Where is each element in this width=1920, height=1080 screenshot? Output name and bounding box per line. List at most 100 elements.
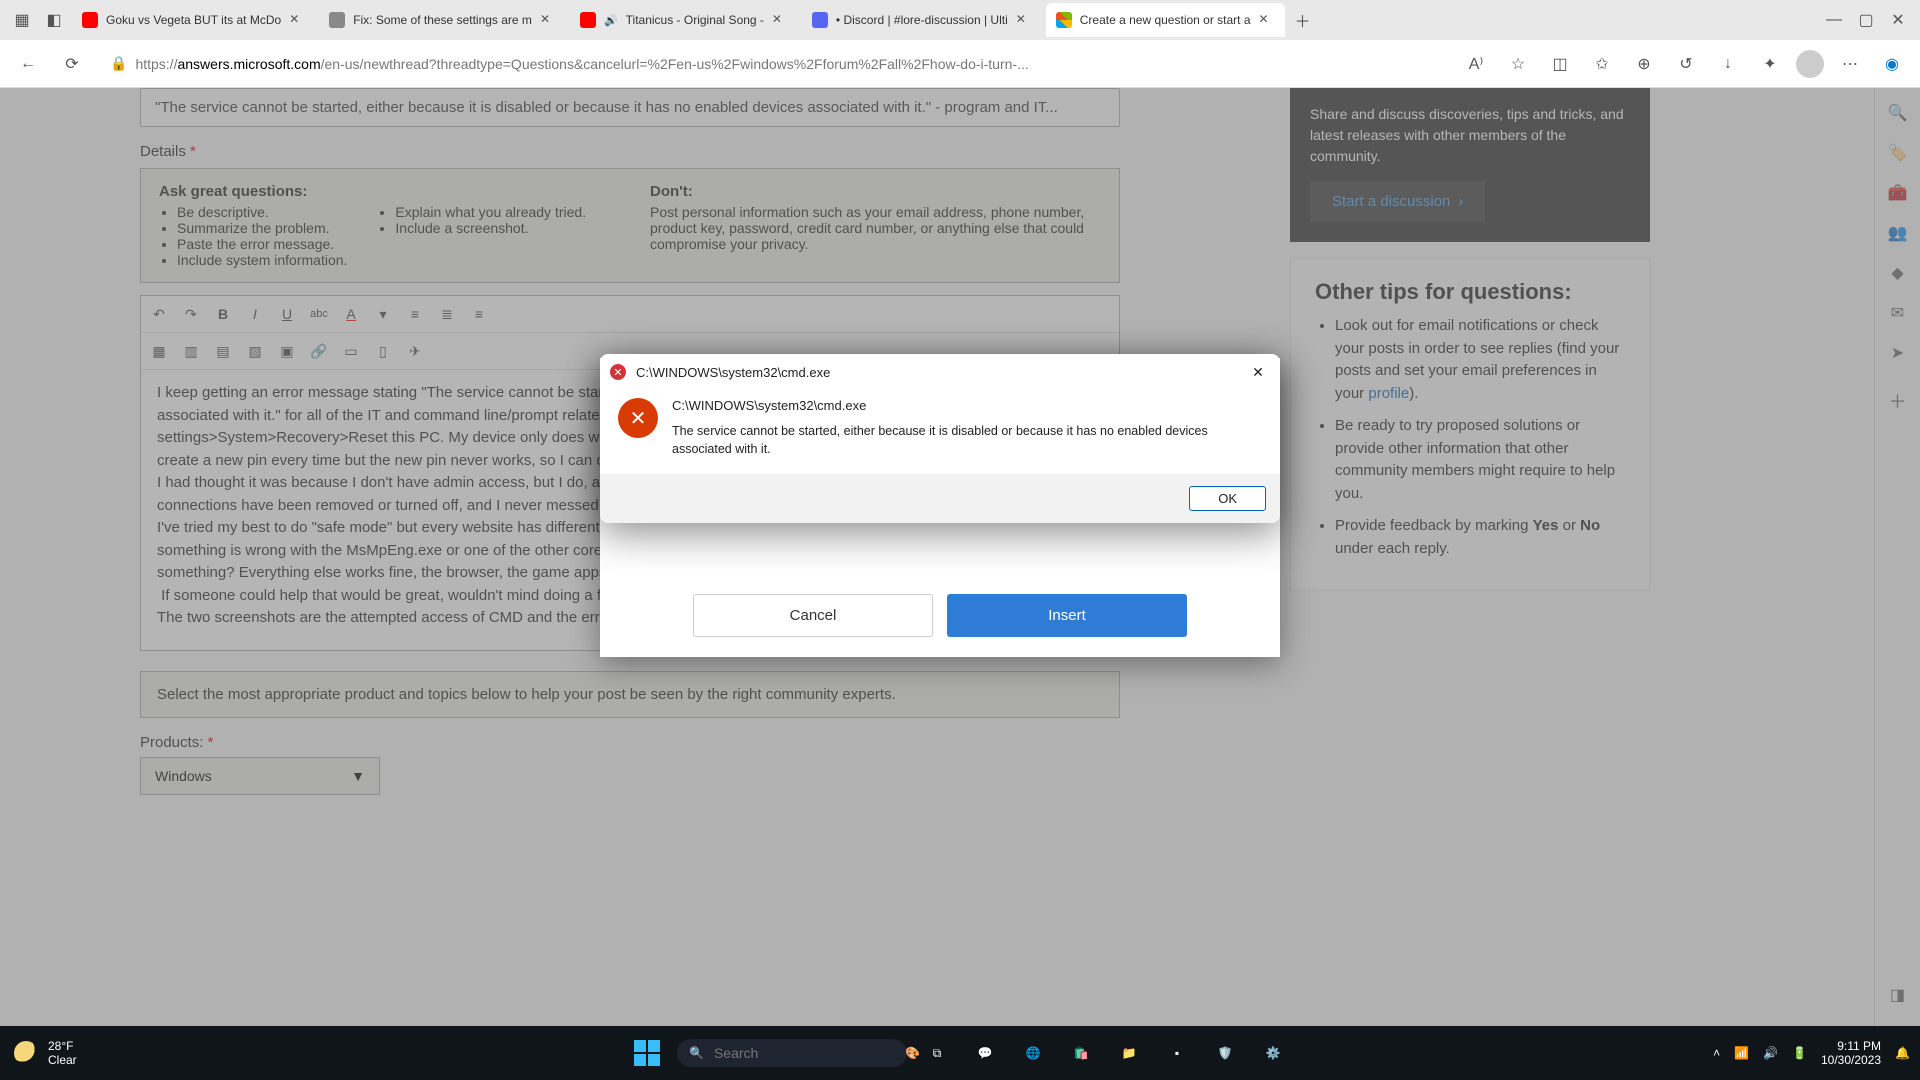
redo-icon[interactable]: ↷ <box>177 300 205 328</box>
tray-chevron-icon[interactable]: ˄ <box>1713 1046 1720 1060</box>
shopping-icon[interactable]: 🏷️ <box>1887 142 1909 164</box>
copilot-icon[interactable]: ◉ <box>1876 48 1908 80</box>
start-discussion-button[interactable]: Start a discussion› <box>1310 181 1485 222</box>
tips-heading: Ask great questions: <box>159 183 610 200</box>
app-icon[interactable]: ▪ <box>1159 1035 1195 1071</box>
site-icon <box>329 12 345 28</box>
send-icon[interactable]: ➤ <box>1887 342 1909 364</box>
tools-icon[interactable]: 🧰 <box>1887 182 1909 204</box>
tab-label: • Discord | #lore-discussion | Ulti <box>836 13 1008 27</box>
history-icon[interactable]: ↺ <box>1670 48 1702 80</box>
table-icon[interactable]: ▦ <box>145 337 173 365</box>
close-window-icon[interactable]: ✕ <box>1884 6 1912 34</box>
search-input[interactable] <box>714 1045 895 1061</box>
edge-sidebar: 🔍 🏷️ 🧰 👥 ◆ ✉ ➤ ＋ ◨ ⚙ <box>1874 88 1920 1046</box>
read-aloud-icon[interactable]: A⁾ <box>1460 48 1492 80</box>
hide-sidebar-icon[interactable]: ◨ <box>1887 984 1909 1006</box>
undo-icon[interactable]: ↶ <box>145 300 173 328</box>
weather-condition: Clear <box>48 1053 77 1067</box>
task-view-icon[interactable]: ⧉ <box>919 1035 955 1071</box>
table-col-icon[interactable]: ▤ <box>209 337 237 365</box>
tab-5[interactable]: Create a new question or start a✕ <box>1046 3 1285 37</box>
question-title-input[interactable] <box>140 88 1120 127</box>
tab-1[interactable]: Goku vs Vegeta BUT its at McDo✕ <box>72 3 315 37</box>
insert-link-icon[interactable]: 🔗 <box>305 337 333 365</box>
align-center-icon[interactable]: ≣ <box>433 300 461 328</box>
menu-icon[interactable]: ⋯ <box>1834 48 1866 80</box>
tip-item: Explain what you already tried. <box>395 204 586 220</box>
favorites-button[interactable]: ✩ <box>1586 48 1618 80</box>
tab-2[interactable]: Fix: Some of these settings are m✕ <box>319 3 566 37</box>
bold-icon[interactable]: B <box>209 300 237 328</box>
office-icon[interactable]: ◆ <box>1887 262 1909 284</box>
extensions-icon[interactable]: ✦ <box>1754 48 1786 80</box>
underline-icon[interactable]: U <box>273 300 301 328</box>
taskbar: 28°FClear 🔍🎨 ⧉ 💬 🌐 🛍️ 📁 ▪ 🛡️ ⚙️ ˄ 📶 🔊 🔋 … <box>0 1026 1920 1080</box>
taskbar-search[interactable]: 🔍🎨 <box>677 1039 907 1067</box>
close-icon[interactable]: ✕ <box>1259 12 1275 28</box>
security-icon[interactable]: 🛡️ <box>1207 1035 1243 1071</box>
tab-3[interactable]: 🔊Titanicus - Original Song - ✕ <box>570 3 798 37</box>
outlook-icon[interactable]: ✉ <box>1887 302 1909 324</box>
wifi-icon[interactable]: 📶 <box>1734 1046 1749 1060</box>
games-icon[interactable]: 👥 <box>1887 222 1909 244</box>
close-icon[interactable]: ✕ <box>540 12 556 28</box>
start-button[interactable] <box>629 1035 665 1071</box>
store-icon[interactable]: 🛍️ <box>1063 1035 1099 1071</box>
code-icon[interactable]: ▭ <box>337 337 365 365</box>
url-input[interactable]: 🔒 https://answers.microsoft.com/en-us/ne… <box>100 51 1448 76</box>
product-select[interactable]: Windows▼ <box>140 757 380 795</box>
back-button[interactable]: ← <box>12 48 44 80</box>
cancel-button[interactable]: Cancel <box>693 594 933 637</box>
tab-actions-icon[interactable]: ▦ <box>8 6 36 34</box>
insert-image-icon[interactable]: ▣ <box>273 337 301 365</box>
edge-icon[interactable]: 🌐 <box>1015 1035 1051 1071</box>
search-highlight-icon: 🎨 <box>905 1046 920 1060</box>
profile-avatar[interactable] <box>1796 50 1824 78</box>
tab-overview-icon[interactable]: ◧ <box>40 6 68 34</box>
split-icon[interactable]: ◫ <box>1544 48 1576 80</box>
new-tab-button[interactable]: ＋ <box>1289 6 1317 34</box>
ok-button[interactable]: OK <box>1189 486 1266 511</box>
insert-button[interactable]: Insert <box>947 594 1187 637</box>
tips-panel: Other tips for questions: Look out for e… <box>1290 258 1650 591</box>
profile-link[interactable]: profile <box>1368 385 1409 402</box>
quote-icon[interactable]: ▯ <box>369 337 397 365</box>
tab-4[interactable]: • Discord | #lore-discussion | Ulti ✕ <box>802 3 1042 37</box>
close-icon[interactable]: ✕ <box>289 12 305 28</box>
align-right-icon[interactable]: ≡ <box>465 300 493 328</box>
font-dropdown-icon[interactable]: ▾ <box>369 300 397 328</box>
favorite-icon[interactable]: ☆ <box>1502 48 1534 80</box>
strike-icon[interactable]: abc <box>305 300 333 328</box>
error-icon: ✕ <box>610 364 626 380</box>
downloads-icon[interactable]: ↓ <box>1712 48 1744 80</box>
chat-icon[interactable]: 💬 <box>967 1035 1003 1071</box>
collections-icon[interactable]: ⊕ <box>1628 48 1660 80</box>
close-dialog-button[interactable]: ✕ <box>1246 360 1270 384</box>
clock[interactable]: 9:11 PM10/30/2023 <box>1821 1039 1881 1068</box>
refresh-button[interactable]: ⟳ <box>56 48 88 80</box>
close-icon[interactable]: ✕ <box>1016 12 1032 28</box>
font-color-icon[interactable]: A <box>337 300 365 328</box>
table-del-icon[interactable]: ▧ <box>241 337 269 365</box>
minimize-icon[interactable]: — <box>1820 6 1848 34</box>
search-icon[interactable]: 🔍 <box>1887 102 1909 124</box>
maximize-icon[interactable]: ▢ <box>1852 6 1880 34</box>
error-icon: ✕ <box>618 398 658 438</box>
notifications-icon[interactable]: 🔔 <box>1895 1046 1910 1060</box>
discord-icon <box>812 12 828 28</box>
explorer-icon[interactable]: 📁 <box>1111 1035 1147 1071</box>
settings-app-icon[interactable]: ⚙️ <box>1255 1035 1291 1071</box>
battery-icon[interactable]: 🔋 <box>1792 1046 1807 1060</box>
weather-widget[interactable]: 28°FClear <box>0 1039 91 1067</box>
italic-icon[interactable]: I <box>241 300 269 328</box>
add-sidebar-icon[interactable]: ＋ <box>1887 390 1909 412</box>
clear-format-icon[interactable]: ✈ <box>401 337 429 365</box>
align-left-icon[interactable]: ≡ <box>401 300 429 328</box>
temperature: 28°F <box>48 1039 77 1053</box>
volume-icon[interactable]: 🔊 <box>1763 1046 1778 1060</box>
dont-heading: Don't: <box>650 183 1101 200</box>
table-row-icon[interactable]: ▥ <box>177 337 205 365</box>
close-icon[interactable]: ✕ <box>772 12 788 28</box>
dialog-heading: C:\WINDOWS\system32\cmd.exe <box>672 398 1262 413</box>
